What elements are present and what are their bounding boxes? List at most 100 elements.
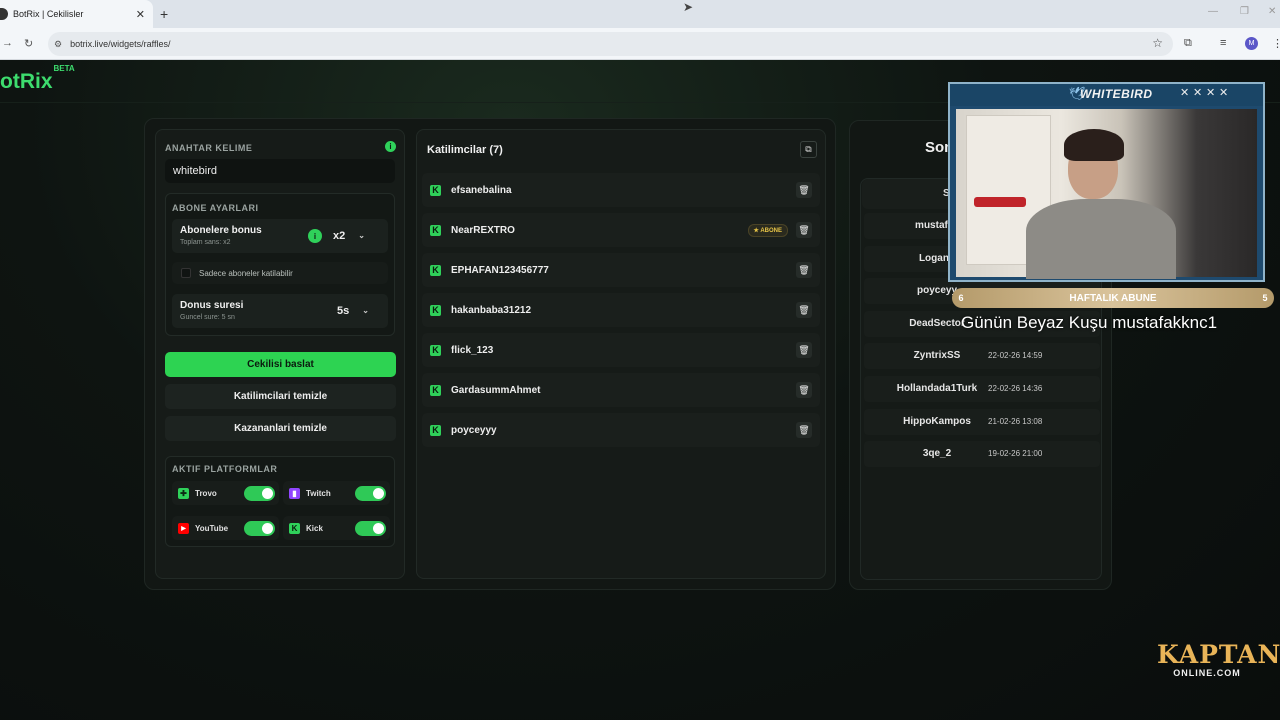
webcam-topbar: 🕊 WHITEBIRD ✕ ✕ ✕ ✕ [950, 84, 1263, 106]
beta-badge: BETA [53, 64, 75, 73]
browser-tabbar: BotRix | Cekilisler ✕ + — ❐ ✕ [0, 0, 1280, 28]
chevron-down-icon: ⌄ [362, 306, 369, 315]
address-bar: → ↻ ⚙ botrix.live/widgets/raffles/ ☆ ⧉ ≡… [0, 28, 1280, 60]
trovo-icon: ✚ [178, 487, 189, 499]
duration-select[interactable]: 5s ⌄ [332, 301, 374, 321]
winner-date: 22-02-26 14:59 [988, 351, 1043, 360]
mouse-cursor-icon: ➤ [683, 0, 694, 14]
kick-icon: K [430, 424, 441, 436]
new-tab-button[interactable]: + [160, 6, 168, 22]
winner-date: 21-02-26 13:08 [988, 417, 1043, 426]
twitch-toggle[interactable] [355, 485, 386, 501]
participant-row: K efsanebalina 🗑 [422, 173, 820, 207]
maximize-icon[interactable]: ❐ [1240, 6, 1249, 17]
clear-participants-button[interactable]: Katilimcilari temizle [165, 384, 396, 409]
site-info-icon[interactable]: ⚙ [54, 39, 62, 50]
trash-icon[interactable]: 🗑 [796, 182, 812, 198]
trash-icon[interactable]: 🗑 [796, 302, 812, 318]
subscriber-bonus-row: Abonelere bonus Toplam sans: x2 i x2 ⌄ [172, 219, 388, 253]
kick-icon: K [289, 522, 300, 534]
clear-winners-button[interactable]: Kazananlari temizle [165, 416, 396, 441]
winner-date: 22-02-26 14:36 [988, 384, 1043, 393]
bonus-info-icon[interactable]: i [308, 229, 322, 243]
winner-row: Hollandada1Turk 22-02-26 14:36 [864, 376, 1100, 402]
trash-icon[interactable]: 🗑 [796, 382, 812, 398]
botrix-logo[interactable]: otRixBETA [0, 64, 75, 94]
trash-icon[interactable]: 🗑 [796, 222, 812, 238]
bonus-title: Abonelere bonus [180, 225, 262, 236]
streamer-body [1026, 199, 1176, 279]
botrix-favicon-icon [0, 8, 8, 20]
webcam-video [956, 109, 1257, 279]
winner-row: ZyntrixSS 22-02-26 14:59 [864, 343, 1100, 369]
chevron-down-icon: ⌄ [358, 231, 365, 240]
duration-subtitle: Guncel sure: 5 sn [180, 314, 235, 321]
copy-icon[interactable]: ⧉ [800, 141, 817, 158]
microphone [974, 197, 1026, 207]
platform-twitch: ▮ Twitch [283, 481, 390, 505]
info-icon[interactable]: i [385, 141, 396, 152]
close-icon: ✕ [1180, 87, 1190, 99]
extensions-icon[interactable]: ⧉ [1184, 37, 1192, 50]
start-raffle-button[interactable]: Cekilisi baslat [165, 352, 396, 377]
platform-youtube: ▶ YouTube [172, 516, 279, 540]
browser-tab[interactable]: BotRix | Cekilisler ✕ [0, 0, 153, 28]
menu-icon[interactable]: ⋮ [1272, 37, 1280, 50]
close-icon: ✕ [1193, 87, 1203, 99]
close-window-icon[interactable]: ✕ [1268, 6, 1276, 17]
participant-name: flick_123 [451, 344, 494, 356]
streamer-brand: WHITEBIRD [1080, 87, 1153, 101]
reload-icon[interactable]: ↻ [24, 37, 33, 50]
only-subscribers-row[interactable]: Sadece aboneler katilabilir [172, 262, 388, 284]
duration-select-value: 5s [337, 305, 350, 317]
only-subscribers-checkbox[interactable] [181, 268, 191, 278]
participant-row: K poyceyyy 🗑 [422, 413, 820, 447]
profile-avatar[interactable]: M [1245, 37, 1258, 50]
platform-trovo: ✚ Trovo [172, 481, 279, 505]
participant-name: GardasummAhmet [451, 384, 541, 396]
kick-icon: K [430, 344, 441, 356]
platform-name: YouTube [195, 523, 229, 533]
active-platforms: AKTIF PLATFORMLAR ✚ Trovo ▮ Twitch ▶ You… [165, 456, 395, 547]
forward-icon[interactable]: → [2, 37, 13, 49]
minimize-icon[interactable]: — [1208, 6, 1218, 17]
trash-icon[interactable]: 🗑 [796, 342, 812, 358]
watermark-subtitle: ONLINE.COM [1173, 668, 1241, 678]
platform-name: Twitch [306, 488, 331, 498]
participant-name: efsanebalina [451, 184, 512, 196]
close-icon: ✕ [1206, 87, 1216, 99]
raffle-panel: ANAHTAR KELIME i ABONE AYARLARI Aboneler… [144, 118, 836, 590]
platform-name: Kick [306, 523, 323, 533]
sub-goal-target: 5 [1262, 293, 1268, 303]
tab-title: BotRix | Cekilisler [13, 9, 84, 19]
bonus-subtitle: Toplam sans: x2 [180, 239, 231, 246]
youtube-toggle[interactable] [244, 520, 275, 536]
sub-goal-label: HAFTALIK ABUNE [1069, 292, 1157, 304]
sub-goal-bar: 6 HAFTALIK ABUNE 5 [952, 288, 1274, 308]
trovo-toggle[interactable] [244, 485, 275, 501]
bookmark-star-icon[interactable]: ☆ [1152, 36, 1163, 50]
platforms-label: AKTIF PLATFORMLAR [172, 464, 278, 474]
participants-title: Katilimcilar (7) [427, 144, 503, 156]
subscriber-badge-label: ABONE [760, 227, 782, 234]
participant-row: K EPHAFAN123456777 🗑 [422, 253, 820, 287]
kick-icon: K [430, 264, 441, 276]
platform-name: Trovo [195, 488, 217, 498]
bonus-select[interactable]: x2 ⌄ [328, 226, 370, 246]
keyword-label: ANAHTAR KELIME [165, 143, 253, 153]
duration-title: Donus suresi [180, 300, 244, 311]
kaptan-watermark: KAPTAN ONLINE.COM [1157, 642, 1280, 679]
keyword-input[interactable] [165, 159, 395, 183]
close-tab-icon[interactable]: ✕ [136, 8, 145, 21]
close-icon: ✕ [1219, 87, 1229, 99]
participant-name: NearREXTRO [451, 224, 515, 236]
trash-icon[interactable]: 🗑 [796, 262, 812, 278]
overlay-caption: Günün Beyaz Kuşu mustafakknc1 [961, 313, 1218, 332]
only-subscribers-label: Sadece aboneler katilabilir [199, 268, 293, 278]
bonus-select-value: x2 [333, 230, 346, 242]
trash-icon[interactable]: 🗑 [796, 422, 812, 438]
media-icon[interactable]: ≡ [1220, 37, 1226, 49]
participant-row: K hakanbaba31212 🗑 [422, 293, 820, 327]
url-field[interactable]: ⚙ botrix.live/widgets/raffles/ ☆ [48, 32, 1173, 56]
kick-toggle[interactable] [355, 520, 386, 536]
